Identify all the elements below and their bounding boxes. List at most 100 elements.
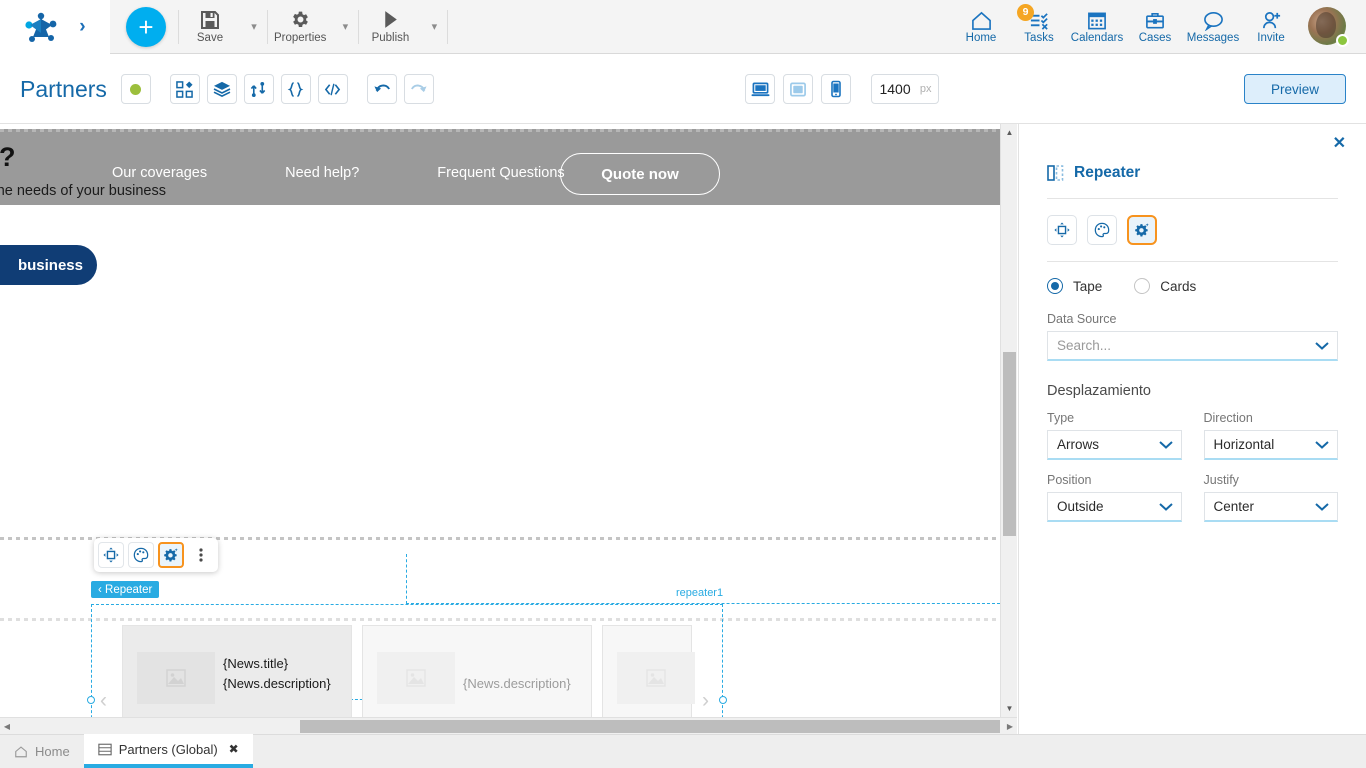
chevron-right-icon[interactable]: ›: [79, 17, 85, 36]
widgets-button[interactable]: [169, 74, 200, 104]
field-type-select[interactable]: Arrows: [1047, 430, 1182, 460]
nav-label-invite: Invite: [1257, 31, 1285, 44]
element-toolbar: [94, 538, 218, 572]
repeater-card-2-description: {News.description}: [463, 676, 571, 691]
bottom-tab-home[interactable]: Home: [0, 735, 84, 768]
canvas-width-input[interactable]: [879, 81, 920, 97]
field-position-select[interactable]: Outside: [1047, 492, 1182, 522]
avatar[interactable]: [1308, 6, 1349, 47]
nav-item-cases[interactable]: Cases: [1126, 0, 1184, 54]
user-add-icon: [1262, 11, 1280, 28]
device-mobile-button[interactable]: [821, 74, 852, 104]
horizontal-scroll-thumb[interactable]: [300, 720, 1000, 733]
home-icon: [971, 11, 991, 30]
canvas-width-field[interactable]: px: [871, 74, 940, 104]
business-pill[interactable]: business: [0, 245, 97, 285]
design-canvas[interactable]: we offer you? e focused on meeting the n…: [0, 124, 1018, 735]
device-tablet-button[interactable]: [783, 74, 814, 104]
layers-button[interactable]: [206, 74, 237, 104]
canvas-horizontal-scrollbar[interactable]: ◀ ▶: [0, 717, 1017, 734]
scroll-down-arrow-icon[interactable]: ▼: [1001, 700, 1018, 717]
device-selector: [745, 74, 859, 104]
field-position: Position Outside: [1047, 473, 1182, 522]
hero-nav-link-coverages[interactable]: Our coverages: [112, 165, 207, 181]
data-source-value: Search...: [1057, 338, 1112, 353]
bottom-tab-partners[interactable]: Partners (Global) ✖: [83, 734, 253, 768]
nav-item-home[interactable]: Home: [952, 0, 1010, 54]
device-desktop-button[interactable]: [745, 74, 776, 104]
nav-item-messages[interactable]: Messages: [1184, 0, 1242, 54]
bottom-tab-home-label: Home: [35, 744, 70, 759]
resize-handle-left[interactable]: [87, 696, 95, 704]
scroll-right-arrow-icon[interactable]: ▶: [1003, 718, 1017, 735]
data-source-select[interactable]: Search...: [1047, 331, 1338, 361]
more-vertical-icon: [199, 548, 203, 562]
save-dropdown-caret[interactable]: ▾: [241, 0, 267, 54]
field-position-label: Position: [1047, 473, 1092, 487]
braces-button[interactable]: [280, 74, 311, 104]
page-status-indicator[interactable]: [120, 74, 151, 104]
play-icon: [385, 11, 397, 28]
hero-banner[interactable]: we offer you? e focused on meeting the n…: [0, 129, 1000, 205]
properties-button[interactable]: Properties: [268, 0, 332, 54]
scroll-left-arrow-icon[interactable]: ◀: [0, 718, 14, 735]
radio-tape[interactable]: [1047, 278, 1063, 294]
save-button[interactable]: Save: [179, 0, 241, 54]
tablet-icon: [790, 82, 807, 96]
close-icon[interactable]: ✕: [1333, 136, 1346, 152]
vertical-scroll-thumb[interactable]: [1003, 352, 1016, 536]
field-justify-select[interactable]: Center: [1203, 492, 1338, 522]
element-style-button[interactable]: [128, 542, 154, 568]
chevron-down-icon: [1158, 499, 1173, 514]
chevron-down-icon: [1158, 437, 1173, 452]
nav-item-tasks[interactable]: 9 Tasks: [1010, 0, 1068, 54]
element-more-button[interactable]: [188, 542, 214, 568]
resize-handle-right[interactable]: [719, 696, 727, 704]
field-direction-select[interactable]: Horizontal: [1203, 430, 1338, 460]
element-move-button[interactable]: [98, 542, 124, 568]
undo-button[interactable]: [366, 74, 397, 104]
properties-dropdown-caret[interactable]: ▾: [332, 0, 358, 54]
bottom-tab-bar: Home Partners (Global) ✖: [0, 734, 1366, 768]
close-icon[interactable]: ✖: [229, 742, 239, 756]
nav-item-invite[interactable]: Invite: [1242, 0, 1300, 54]
preview-button[interactable]: Preview: [1244, 74, 1346, 104]
page-title: Partners: [20, 75, 107, 102]
field-type-value: Arrows: [1057, 437, 1100, 452]
redo-button[interactable]: [403, 74, 434, 104]
plus-icon: +: [138, 11, 154, 42]
app-logo-icon[interactable]: [24, 11, 58, 43]
repeater-prev-arrow[interactable]: ‹: [100, 690, 107, 711]
move-icon: [1054, 222, 1070, 238]
nav-item-calendars[interactable]: Calendars: [1068, 0, 1126, 54]
flow-icon: [251, 81, 266, 97]
repeater-next-arrow[interactable]: ›: [702, 690, 709, 711]
field-direction: Direction Horizontal: [1203, 411, 1338, 460]
hero-nav-link-help[interactable]: Need help?: [285, 165, 359, 181]
code-button[interactable]: [317, 74, 348, 104]
field-justify-label: Justify: [1203, 473, 1239, 487]
add-button[interactable]: +: [126, 6, 166, 47]
panel-tab-layout[interactable]: [1047, 215, 1077, 245]
repeater-card-1-description: {News.description}: [223, 676, 331, 691]
field-direction-label: Direction: [1203, 411, 1253, 425]
hero-subheading: e focused on meeting the needs of your b…: [0, 183, 166, 199]
layout-mode-group: Tape Cards: [1047, 278, 1338, 294]
flow-button[interactable]: [243, 74, 274, 104]
panel-tab-style[interactable]: [1087, 215, 1117, 245]
panel-tab-settings[interactable]: [1127, 215, 1157, 245]
field-justify: Justify Center: [1203, 473, 1338, 522]
scroll-up-arrow-icon[interactable]: ▲: [1001, 124, 1018, 141]
publish-button[interactable]: Publish: [359, 0, 421, 54]
field-type: Type Arrows: [1047, 411, 1182, 460]
hero-nav-link-faq[interactable]: Frequent Questions: [437, 165, 564, 181]
nav-label-messages: Messages: [1186, 31, 1240, 44]
publish-dropdown-caret[interactable]: ▾: [421, 0, 447, 54]
page-toolbar: Partners 1400 px Preview: [0, 55, 1366, 124]
repeater-breadcrumb-tag[interactable]: ‹ Repeater: [91, 581, 160, 598]
data-source-label: Data Source: [1047, 312, 1117, 326]
canvas-vertical-scrollbar[interactable]: ▲ ▼: [1000, 124, 1017, 717]
quote-now-button[interactable]: Quote now: [560, 153, 720, 195]
radio-cards[interactable]: [1134, 278, 1151, 294]
element-settings-button[interactable]: [158, 542, 184, 568]
